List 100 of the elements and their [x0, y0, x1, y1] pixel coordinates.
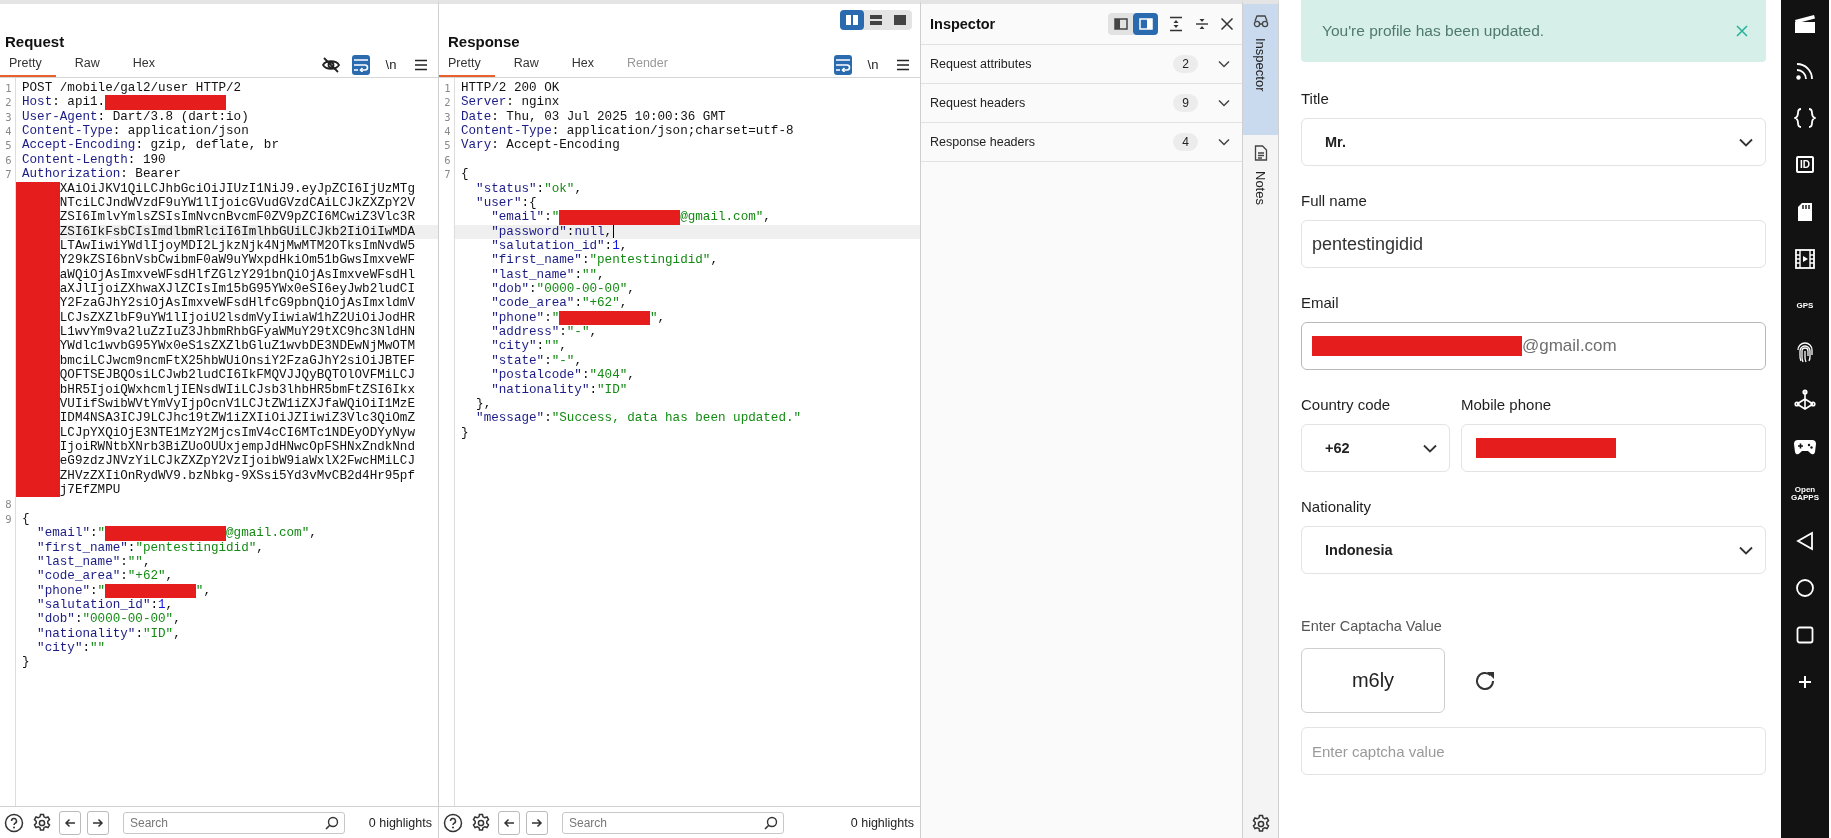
- chevron-icon[interactable]: [1218, 99, 1230, 107]
- code-line: IjoiRWNtbXNrb3BiZUoOUUxjempJdHNwcOpFSHNxZndkNnd: [16, 440, 438, 455]
- section-header[interactable]: Response headers: [930, 135, 1035, 149]
- id-icon[interactable]: ID: [1796, 156, 1814, 173]
- code-line: XAiOiJKV1QiLCJhbGciOiJIUzI1NiJ9.eyJpZCI6IjUzMTg: [16, 181, 438, 196]
- line-number: 7: [443, 167, 452, 182]
- line-number: 8: [4, 497, 13, 512]
- back-icon[interactable]: [1796, 530, 1814, 551]
- close-icon[interactable]: [1220, 17, 1234, 31]
- gapps-icon[interactable]: Open GAPPS: [1791, 485, 1819, 502]
- right-arrow-icon: [531, 817, 543, 828]
- collapse-all-icon[interactable]: [1194, 16, 1210, 32]
- settings-icon[interactable]: [32, 812, 52, 833]
- line-number: 6: [443, 152, 452, 168]
- recents-icon[interactable]: [1796, 625, 1814, 644]
- field-label: Email: [1301, 294, 1340, 313]
- menu-icon[interactable]: [896, 58, 910, 71]
- code-line: eG9zdzJNVzYiLCJkZXZpY2VzIjoibW9iaWxlX2FwcHMiLCJ: [16, 454, 438, 469]
- help-icon[interactable]: [443, 812, 463, 833]
- back-button[interactable]: [59, 810, 81, 835]
- code-line: "code_area":"+62",: [36, 569, 175, 584]
- menu-icon[interactable]: [414, 58, 428, 71]
- code-line: "email":" @gmail.com",: [36, 526, 318, 541]
- wrap-icon[interactable]: [835, 57, 851, 72]
- expand-all-icon[interactable]: [1168, 16, 1184, 32]
- dropdown[interactable]: Indonesia: [1301, 526, 1766, 574]
- code-line: L1wvYm9va2luZzIuZ3JhbmRhbGFyaWMuY29tXC9hc3NldHN: [16, 325, 438, 340]
- dock-right-button[interactable]: [1133, 13, 1158, 35]
- code-line: bHR5IjoiQWxhcmljIENsdWIiLCJsb3lhbHR5bmFtZSI6Ikx: [16, 382, 438, 397]
- tab[interactable]: Hex: [123, 52, 169, 77]
- back-button[interactable]: [498, 810, 520, 835]
- panel-title: Inspector: [930, 16, 996, 32]
- wrap-icon[interactable]: [353, 57, 369, 72]
- code-line: "user":{: [475, 195, 538, 211]
- search-icon: [764, 815, 778, 830]
- dropdown[interactable]: Mr.: [1301, 118, 1766, 166]
- line-number: 9: [4, 511, 13, 527]
- code-line: "nationality":"ID": [490, 382, 629, 397]
- input-field[interactable]: @gmail.com: [1301, 322, 1766, 370]
- code-line: Date: Thu, 03 Jul 2025 10:00:36 GMT: [460, 109, 727, 125]
- code-line: },: [475, 396, 493, 412]
- tab[interactable]: Raw: [65, 52, 114, 77]
- code-line: "email":" @gmail.com",: [490, 210, 772, 225]
- left-arrow-icon: [503, 817, 515, 828]
- side-tab[interactable]: Inspector: [1243, 4, 1278, 135]
- newline-toggle[interactable]: \n: [864, 54, 882, 75]
- settings-icon[interactable]: [1250, 814, 1271, 834]
- code-line: YWdlc1wvbG95YWx0eS1sZXZlbGluZ1wvbDE3NDEwNjMwOTM: [16, 339, 438, 354]
- forward-button[interactable]: [87, 810, 109, 835]
- gps-icon[interactable]: GPS: [1796, 301, 1814, 310]
- side-tab[interactable]: Notes: [1243, 135, 1278, 219]
- tab[interactable]: Hex: [562, 52, 608, 77]
- code-line: HTTP/2 200 OK: [460, 81, 561, 96]
- layout-columns-button[interactable]: [840, 10, 864, 30]
- code-line: aXJlIjoiZXhwaXJlZCIsIm15bG95YWx0eSI6eyJwb2ludCI: [16, 282, 438, 297]
- code-line: Host: api1.: [16, 95, 438, 110]
- chevron-icon[interactable]: [1218, 138, 1230, 146]
- chevron-down-icon: [1739, 137, 1753, 147]
- film-icon[interactable]: [1795, 248, 1815, 269]
- search-field[interactable]: Search: [562, 811, 784, 834]
- highlight-count: 0 highlights: [850, 815, 914, 830]
- code-line: Content-Type: application/json;charset=utf-8: [460, 124, 795, 139]
- field-label: Country code: [1301, 396, 1392, 415]
- count-badge: 9: [1173, 94, 1198, 112]
- network-icon[interactable]: [1794, 388, 1816, 411]
- add-icon[interactable]: [1798, 674, 1812, 689]
- input-field[interactable]: pentestingidid: [1301, 220, 1766, 268]
- fingerprint-icon[interactable]: [1795, 341, 1815, 364]
- eye-off-icon[interactable]: [322, 56, 340, 73]
- line-number: 3: [4, 109, 13, 125]
- rss-icon[interactable]: [1795, 60, 1815, 81]
- settings-icon[interactable]: [471, 812, 491, 833]
- code-line: {: [460, 167, 470, 182]
- dropdown[interactable]: +62: [1301, 424, 1450, 472]
- panel-layout-icon: [1138, 18, 1153, 30]
- gamepad-icon[interactable]: [1793, 438, 1817, 455]
- section-header[interactable]: Request headers: [930, 96, 1026, 110]
- code-line: Authorization: Bearer: [21, 167, 182, 182]
- chevron-icon[interactable]: [1218, 60, 1230, 68]
- forward-button[interactable]: [526, 810, 548, 835]
- search-field[interactable]: Search: [123, 811, 345, 834]
- code-line: "code_area":"+62",: [490, 296, 629, 311]
- section-header[interactable]: Request attributes: [930, 57, 1032, 71]
- help-icon[interactable]: [4, 812, 24, 833]
- code-line: aWQiOjAsImxveWFsdHlfZGlzY291bnQiOjAsImxveWFsdHl: [16, 267, 438, 283]
- chevron-down-icon: [1739, 545, 1753, 555]
- code-line: "last_name":"",: [36, 554, 152, 570]
- home-icon[interactable]: [1795, 577, 1815, 598]
- tab[interactable]: Pretty: [0, 52, 56, 77]
- clapperboard-icon[interactable]: [1794, 13, 1816, 34]
- code-line: }: [460, 425, 470, 440]
- sd-card-icon[interactable]: [1797, 201, 1813, 222]
- code-line: ZHVzZXIiOnRydWV9.bzNbkg-9XSsi5Yd3vMvCB2d4Hr95pf: [16, 468, 438, 484]
- braces-icon[interactable]: [1794, 107, 1816, 128]
- tab[interactable]: Raw: [504, 52, 553, 77]
- input-field[interactable]: [1461, 424, 1766, 472]
- tab[interactable]: Pretty: [439, 52, 495, 77]
- newline-toggle[interactable]: \n: [382, 54, 400, 75]
- input-field[interactable]: Enter captcha value: [1301, 727, 1766, 775]
- captcha-image: m6ly: [1301, 648, 1445, 713]
